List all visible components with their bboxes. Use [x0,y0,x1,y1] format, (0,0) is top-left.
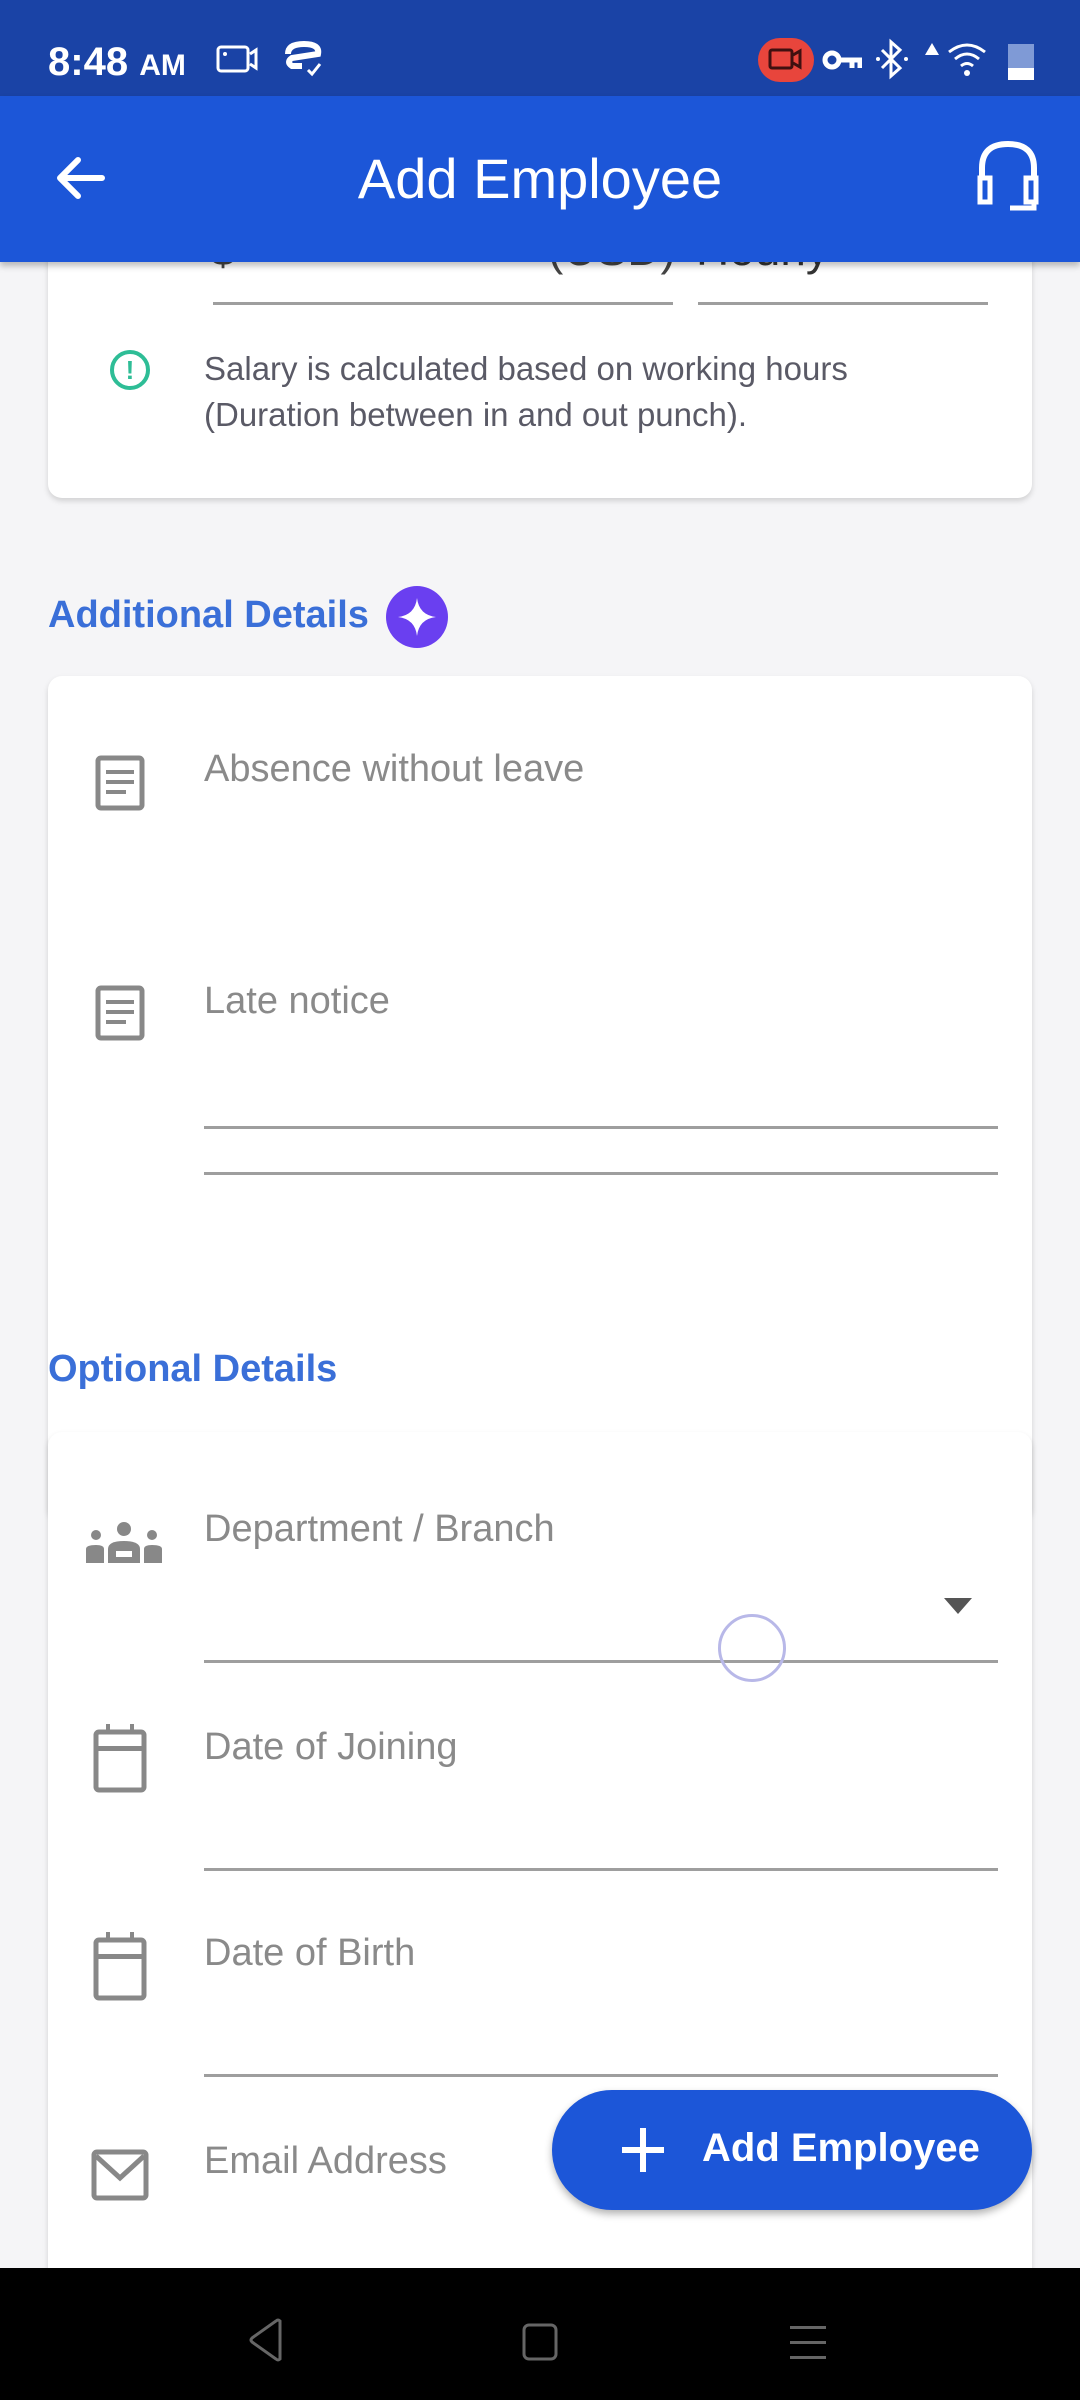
late-notice-field-label: Late notice [204,980,390,1022]
additional-details-card: Absence without leave Late notice [48,676,1032,1520]
vpn-key-icon [822,50,862,70]
salary-info-text: Salary is calculated based on working ho… [204,346,848,438]
nav-recents-icon[interactable] [788,2324,828,2364]
nav-back-icon[interactable] [246,2318,286,2362]
mail-icon [91,2149,149,2201]
date-joining-input[interactable] [204,1868,998,1871]
add-employee-button-label: Add Employee [702,2126,980,2170]
late-notice-field-input[interactable] [204,1126,998,1129]
additional-details-title: Additional Details [48,594,369,636]
time-text: 8:48 [48,40,129,84]
date-birth-input[interactable] [204,2074,998,2077]
info-line-1: Salary is calculated based on working ho… [204,350,848,387]
group-icon [86,1522,162,1563]
department-field-label: Department / Branch [204,1508,555,1550]
notes-icon [95,755,145,811]
optional-details-title: Optional Details [48,1348,338,1390]
date-birth-field-label: Date of Birth [204,1932,416,1974]
form-scroll-area[interactable]: $ (USD) Hourly ! Salary is calculated ba… [0,262,1080,2268]
sync-check-icon [285,40,322,77]
department-dropdown[interactable] [204,1660,998,1663]
notes-icon [95,985,145,1041]
touch-indicator [718,1614,786,1682]
calendar-icon [93,1724,147,1793]
salary-amount-prefix: $ [210,262,236,276]
wifi-icon [948,43,986,76]
screen-record-icon [216,45,258,73]
info-icon: ! [110,350,150,390]
page-title: Add Employee [357,147,723,210]
absence-field-input[interactable] [204,1172,998,1175]
ampm-text: AM [139,49,186,82]
add-employee-button[interactable]: Add Employee [552,2090,1032,2210]
status-bar: 8:48 AM [0,0,1080,96]
info-line-2: (Duration between in and out punch). [204,396,748,433]
battery-icon [1008,44,1034,80]
salary-card: $ (USD) Hourly ! Salary is calculated ba… [48,262,1032,498]
sparkle-icon[interactable] [386,586,448,648]
salary-amount-underline[interactable] [213,302,673,305]
app-bar: Add Employee [0,96,1080,262]
email-field-label[interactable]: Email Address [204,2140,447,2183]
system-nav-bar [0,2268,1080,2400]
plus-icon [622,2128,664,2172]
salary-currency: (USD) [548,262,676,276]
status-time: 8:48 AM [48,40,186,85]
absence-field-label: Absence without leave [204,748,585,790]
calendar-icon [93,1932,147,2001]
bluetooth-icon [876,38,908,80]
nav-home-icon[interactable] [520,2322,560,2362]
date-joining-field-label: Date of Joining [204,1726,458,1768]
salary-frequency[interactable]: Hourly [696,262,829,276]
salary-frequency-underline[interactable] [698,302,988,305]
signal-icon [925,43,939,55]
headset-icon[interactable] [976,140,1040,212]
chevron-down-icon[interactable] [942,1596,974,1616]
recording-active-icon [758,38,814,82]
